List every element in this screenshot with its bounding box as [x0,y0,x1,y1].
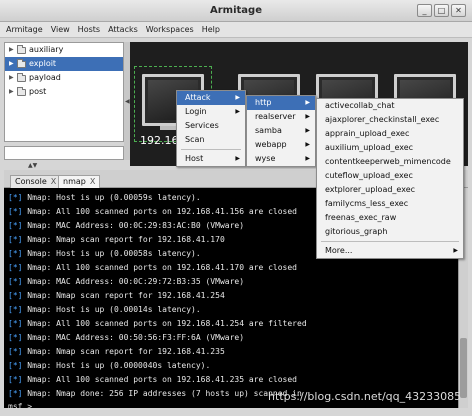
tree-item-exploit[interactable]: ▶ exploit [5,57,123,71]
console-line: [*] Nmap: All 100 scanned ports on 192.1… [8,375,297,384]
http-exploit-submenu: activecollab_chat ajaxplorer_checkinstal… [316,98,464,259]
menu-attacks[interactable]: Attacks [108,22,138,37]
expand-arrow-icon[interactable]: ▶ [9,85,14,99]
expand-arrow-icon[interactable]: ▶ [9,57,14,71]
menu-workspaces[interactable]: Workspaces [146,22,194,37]
submenu-arrow-icon: ▶ [305,141,310,148]
exploit-item[interactable]: gitorious_graph [317,225,463,239]
menu-item-wyse[interactable]: wyse ▶ [247,152,315,166]
expand-arrow-icon[interactable]: ▶ [9,71,14,85]
host-ip-label: 192.16 [140,134,179,147]
menu-separator [181,149,241,150]
menu-item-more[interactable]: More... ▶ [317,244,463,258]
submenu-arrow-icon: ▶ [305,127,310,134]
console-prompt[interactable]: msf > [8,400,308,414]
console-line: [*] Nmap: Nmap scan report for 192.168.4… [8,347,225,356]
window-controls: _ □ ✕ [417,4,466,17]
menu-item-scan[interactable]: Scan [177,133,245,147]
exploit-item[interactable]: familycms_less_exec [317,197,463,211]
exploit-item[interactable]: extplorer_upload_exec [317,183,463,197]
module-search-input[interactable] [4,146,124,160]
exploit-item[interactable]: apprain_upload_exec [317,127,463,141]
console-line: [*] Nmap: Nmap scan report for 192.168.4… [8,291,225,300]
module-tree: ▶ auxiliary ▶ exploit ▶ payload ▶ post [4,42,124,142]
submenu-arrow-icon: ▶ [235,155,240,162]
menu-view[interactable]: View [51,22,70,37]
folder-icon [17,87,26,96]
console-line: [*] Nmap: MAC Address: 00:50:56:F3:FF:6A… [8,333,245,342]
console-line: [*] Nmap: Host is up (0.0000040s latency… [8,361,211,370]
tab-label: nmap [63,177,86,186]
tree-item-label: payload [29,73,61,82]
menu-item-webapp[interactable]: webapp ▶ [247,138,315,152]
watermark: https://blog.csdn.net/qq_43233085 [268,390,462,403]
expand-arrow-icon[interactable]: ▶ [9,43,14,57]
tab-close-icon[interactable]: X [51,176,56,188]
menu-item-realserver[interactable]: realserver ▶ [247,110,315,124]
tree-item-label: post [29,87,47,96]
exploit-item[interactable]: auxilium_upload_exec [317,141,463,155]
console-line: [*] Nmap: All 100 scanned ports on 192.1… [8,319,307,328]
console-line: [*] Nmap: All 100 scanned ports on 192.1… [8,263,297,272]
tree-item-label: exploit [29,59,57,68]
tree-item-payload[interactable]: ▶ payload [5,71,123,85]
menu-item-http[interactable]: http ▶ [247,96,315,110]
submenu-arrow-icon: ▶ [235,94,240,101]
submenu-arrow-icon: ▶ [305,113,310,120]
exploit-item[interactable]: activecollab_chat [317,99,463,113]
menu-item-login[interactable]: Login ▶ [177,105,245,119]
menu-bar: Armitage View Hosts Attacks Workspaces H… [0,22,472,38]
tree-item-label: auxiliary [29,45,64,54]
console-line: [*] Nmap: MAC Address: 00:0C:29:72:B3:35… [8,277,245,286]
console-line: [*] Nmap: Host is up (0.00014s latency). [8,305,201,314]
minimize-button[interactable]: _ [417,4,432,17]
menu-help[interactable]: Help [202,22,220,37]
folder-icon [17,59,26,68]
tab-label: Console [15,177,47,186]
scrollbar-thumb[interactable] [460,338,467,398]
menu-hosts[interactable]: Hosts [78,22,100,37]
menu-item-services[interactable]: Services [177,119,245,133]
close-button[interactable]: ✕ [451,4,466,17]
tab-console[interactable]: Console X [10,175,62,188]
host-context-menu: Attack ▶ Login ▶ Services Scan Host ▶ [176,90,246,167]
submenu-arrow-icon: ▶ [235,108,240,115]
exploit-item[interactable]: cuteflow_upload_exec [317,169,463,183]
exploit-item[interactable]: freenas_exec_raw [317,211,463,225]
folder-icon [17,45,26,54]
menu-item-attack[interactable]: Attack ▶ [177,91,245,105]
menu-item-host[interactable]: Host ▶ [177,152,245,166]
title-bar: Armitage _ □ ✕ [0,0,472,22]
attack-submenu: http ▶ realserver ▶ samba ▶ webapp ▶ wyse ▶ [246,95,316,167]
tab-close-icon[interactable]: X [90,176,95,188]
folder-icon [17,73,26,82]
tab-nmap[interactable]: nmap X [58,175,101,188]
tree-item-post[interactable]: ▶ post [5,85,123,99]
submenu-arrow-icon: ▶ [453,247,458,254]
collapse-arrow-icon[interactable]: ◀ [125,98,130,105]
exploit-item[interactable]: ajaxplorer_checkinstall_exec [317,113,463,127]
window-title: Armitage [210,5,262,16]
submenu-arrow-icon: ▶ [305,155,310,162]
menu-armitage[interactable]: Armitage [6,22,43,37]
submenu-arrow-icon: ▶ [305,99,310,106]
menu-separator [321,241,459,242]
horizontal-splitter-arrows-icon[interactable]: ▲▼ [28,162,37,169]
menu-item-samba[interactable]: samba ▶ [247,124,315,138]
exploit-item[interactable]: contentkeeperweb_mimencode [317,155,463,169]
tree-item-auxiliary[interactable]: ▶ auxiliary [5,43,123,57]
maximize-button[interactable]: □ [434,4,449,17]
